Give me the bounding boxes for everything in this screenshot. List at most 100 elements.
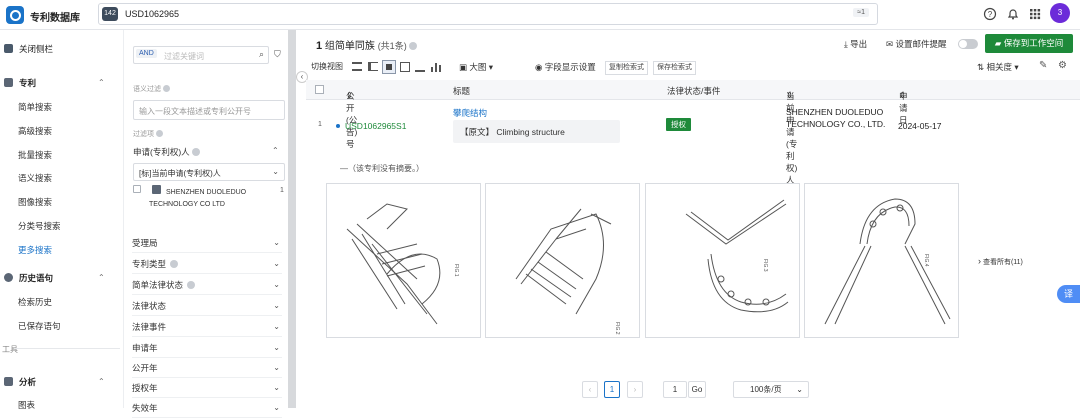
sidebar-section-analysis[interactable]: 分析 <box>4 376 36 388</box>
bell-icon[interactable] <box>1006 7 1020 21</box>
chevron-down-icon[interactable]: ⌄ <box>273 296 280 316</box>
filter-facet[interactable]: 法律状态 ⌄ <box>132 296 282 316</box>
gallery-view-icon[interactable] <box>400 62 410 72</box>
chevron-up-icon[interactable]: ⌃ <box>98 78 105 87</box>
chevron-down-icon[interactable]: ⌄ <box>273 233 280 253</box>
filter-facet[interactable]: 授权年 ⌄ <box>132 378 282 398</box>
apps-grid-icon[interactable] <box>1028 7 1042 21</box>
sidebar-item-more-search[interactable]: 更多搜索 <box>18 244 52 256</box>
search-icon[interactable]: ⌕ <box>259 49 264 60</box>
filter-facet[interactable]: 法律事件 ⌄ <box>132 317 282 337</box>
section-label: 分析 <box>19 377 37 387</box>
email-alert-toggle[interactable] <box>958 39 978 49</box>
chevron-down-icon[interactable]: ⌄ <box>273 378 280 398</box>
applicant-type-select[interactable]: [标]当前申请(专利权)人 ⌄ <box>133 163 285 181</box>
field-display-settings[interactable]: ◉ 字段显示设置 <box>535 61 596 73</box>
figure-thumbnail[interactable]: FIG.3 <box>645 183 800 338</box>
sidebar-item-class-search[interactable]: 分类号搜索 <box>18 220 61 232</box>
pin-icon[interactable]: ✎ <box>1039 60 1047 71</box>
caret-down-icon: ▾ <box>1014 62 1019 72</box>
semantic-filter-input[interactable]: 输入一段文本描述或专利公开号 <box>133 100 285 120</box>
help-icon[interactable]: ? <box>983 7 997 21</box>
save-to-workspace-button[interactable]: ▰ 保存到工作空间 <box>985 34 1073 53</box>
applicant-checkbox[interactable] <box>133 185 141 193</box>
figure-thumbnail[interactable]: FIG.2 <box>485 183 640 338</box>
sidebar-item-simple-search[interactable]: 简单搜索 <box>18 101 52 113</box>
tools-label: 工具 <box>2 345 18 354</box>
filter-keyword-input[interactable]: AND 过滤关键词 ⌕ <box>133 46 269 64</box>
patent-title-link[interactable]: 攀爬结构 <box>453 107 487 119</box>
gear-icon[interactable]: ⚙ <box>1058 60 1067 71</box>
list-view-icon[interactable] <box>352 62 362 71</box>
chart-view-icon[interactable] <box>431 62 441 72</box>
sidebar-item-charts[interactable]: 图表 <box>18 399 35 411</box>
chevron-up-icon[interactable]: ⌃ <box>272 146 279 155</box>
collapse-sidebar-button[interactable]: 关闭侧栏 <box>4 43 53 55</box>
applicant-facet-title[interactable]: 申请(专利权)人 <box>133 146 201 158</box>
no-abstract-text: —（该专利没有摘要。） <box>340 164 424 173</box>
sort-select[interactable]: ⇅ 相关度 ▾ <box>977 61 1019 73</box>
filter-facet[interactable]: 简单法律状态 ⌄ <box>132 275 282 295</box>
sidebar-item-batch-search[interactable]: 批量搜索 <box>18 149 52 161</box>
tree-view-icon[interactable] <box>415 62 425 72</box>
export-button[interactable]: ⤓ 导出 <box>844 38 867 50</box>
filter-facet[interactable]: 公开年 ⌄ <box>132 358 282 378</box>
compact-view-icon[interactable] <box>368 62 378 71</box>
filter-facet[interactable]: 受理局 ⌄ <box>132 233 282 253</box>
applicant-cell[interactable]: SHENZHEN DUOLEDUO TECHNOLOGY CO., LTD. <box>786 106 886 130</box>
current-page[interactable]: 1 <box>604 381 620 398</box>
next-page-button[interactable]: › <box>627 381 643 398</box>
sidebar-item-semantic-search[interactable]: 语义搜索 <box>18 172 52 184</box>
prev-page-button[interactable]: ‹ <box>582 381 598 398</box>
app-logo-icon[interactable] <box>6 6 24 24</box>
status-badge[interactable]: 授权 <box>666 118 691 131</box>
chevron-down-icon[interactable]: ⌄ <box>273 338 280 358</box>
patent-number-link[interactable]: USD1062965S1 <box>345 121 406 131</box>
sidebar-item-advanced-search[interactable]: 高级搜索 <box>18 125 52 137</box>
sidebar-item-search-history[interactable]: 检索历史 <box>18 296 52 308</box>
eye-icon: ◉ <box>535 62 543 72</box>
sidebar-section-patent[interactable]: 专利 <box>4 77 36 89</box>
image-view-icon[interactable] <box>382 60 396 74</box>
goto-page-input[interactable]: 1 <box>663 381 687 398</box>
select-all-checkbox[interactable] <box>315 85 324 94</box>
avatar[interactable]: 3 <box>1050 3 1070 23</box>
view-all-figures-link[interactable]: › 查看所有(11) <box>978 256 1023 267</box>
copy-query-button[interactable]: 复制检索式 <box>605 61 648 75</box>
figure-label: FIG.4 <box>923 254 929 267</box>
goto-page-button[interactable]: Go <box>688 381 706 398</box>
chevron-down-icon[interactable]: ⌄ <box>273 317 280 337</box>
email-alert-label[interactable]: ✉ 设置邮件提醒 <box>886 38 947 50</box>
filter-facet[interactable]: 申请年 ⌄ <box>132 338 282 358</box>
translate-float-button[interactable]: 译 <box>1057 285 1080 303</box>
facet-label: 法律事件 <box>132 322 167 332</box>
filter-facet[interactable]: 失效年 ⌄ <box>132 398 282 418</box>
search-query[interactable]: USD1062965 <box>125 9 179 19</box>
chevron-down-icon[interactable]: ⌄ <box>273 398 280 418</box>
sidebar-item-image-search[interactable]: 图像搜索 <box>18 196 52 208</box>
filter-settings-icon[interactable]: ⛉ <box>274 49 281 60</box>
sidebar-section-history[interactable]: 历史语句 <box>4 272 53 284</box>
collapse-icon <box>4 44 13 53</box>
image-size-select[interactable]: ▣ 大图 ▾ <box>459 61 493 73</box>
chevron-up-icon[interactable]: ⌃ <box>98 377 105 386</box>
sidebar-item-saved-queries[interactable]: 已保存语句 <box>18 320 61 332</box>
applicant-option-label[interactable]: SHENZHEN DUOLEDUO TECHNOLOGY CO LTD <box>149 187 254 211</box>
chevron-up-icon[interactable]: ⌃ <box>98 273 105 282</box>
figure-thumbnail[interactable]: FIG.1 <box>326 183 481 338</box>
facet-label: 申请年 <box>132 343 158 353</box>
filter-panel-scrollbar[interactable] <box>288 30 296 408</box>
and-operator[interactable]: AND <box>136 49 157 58</box>
save-query-button[interactable]: 保存检索式 <box>653 61 696 75</box>
filter-facet[interactable]: 专利类型 ⌄ <box>132 254 282 274</box>
search-count-badge[interactable]: 142 <box>102 7 118 21</box>
figure-thumbnail[interactable]: FIG.4 <box>804 183 959 338</box>
collapse-label: 关闭侧栏 <box>19 44 54 54</box>
search-box[interactable]: 142 USD1062965 ≈1 <box>98 3 878 25</box>
page-size-select[interactable]: 100条/页 ⌄ <box>733 381 809 398</box>
clock-icon <box>4 273 13 282</box>
chevron-down-icon[interactable]: ⌄ <box>273 275 280 295</box>
chevron-down-icon[interactable]: ⌄ <box>273 358 280 378</box>
table-header: 公开(公告)号 ⇕ 标题 法律状态/事件 当前申请(专利权)人 ⇕ 申请日 ⇕ <box>306 80 1080 185</box>
chevron-down-icon[interactable]: ⌄ <box>273 254 280 274</box>
